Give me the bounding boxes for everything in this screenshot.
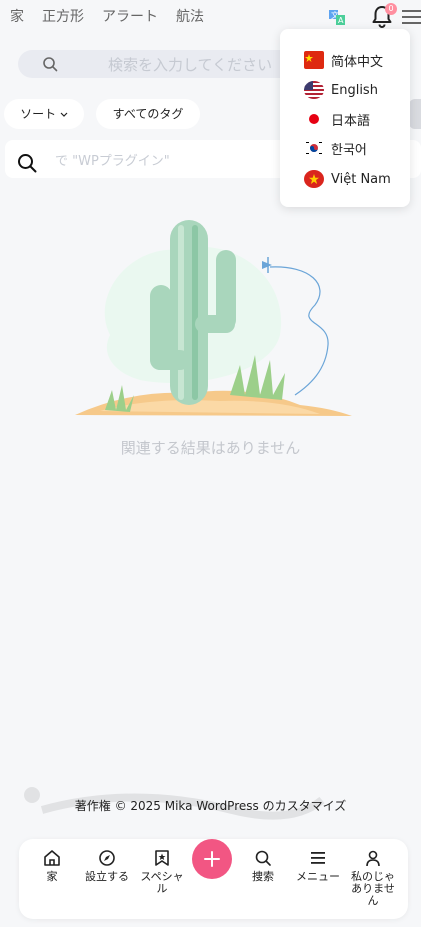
add-button[interactable] [192,839,232,879]
top-nav-alert[interactable]: アラート [102,6,158,26]
nav-menu-label: メニュー [296,870,340,883]
menu-icon [311,852,325,864]
nav-search-label: 捜索 [252,870,274,883]
language-label: Việt Nam [331,171,391,187]
language-option-en[interactable]: English [304,79,378,101]
us-flag-icon [304,81,324,99]
notification-badge: 0 [385,3,397,15]
search-icon [255,850,271,866]
nav-search[interactable]: 捜索 [238,849,288,883]
plugin-search-input[interactable]: で "WPプラグイン" [55,150,170,169]
language-option-vi[interactable]: Việt Nam [304,168,391,190]
search-icon [18,154,37,173]
user-icon [366,850,380,867]
nav-special[interactable]: スペシャル [137,849,187,895]
empty-state-message: 関連する結果はありません [120,439,301,457]
side-scroll-hint [409,99,421,129]
jp-flag-icon [304,110,324,128]
bookmark-star-icon [155,850,169,866]
cn-flag-icon [304,51,324,69]
top-nav-home[interactable]: 家 [10,6,24,26]
notification-button[interactable]: 0 [370,3,397,30]
compass-icon [99,850,115,866]
search-input[interactable]: 検索を入力してください [108,54,308,75]
search-icon [43,57,58,72]
nav-profile[interactable]: 私のじゃありません [348,849,398,907]
copyright-text: 著作権 © 2025 Mika WordPress のカスタマイズ [74,799,347,813]
hamburger-menu-icon[interactable] [402,9,421,25]
translate-icon[interactable]: 文 A [326,6,348,28]
language-option-ja[interactable]: 日本語 [304,108,370,130]
nav-profile-label: 私のじゃありません [351,870,395,907]
nav-home-label: 家 [46,870,58,883]
language-label: 简体中文 [331,54,384,70]
nav-home[interactable]: 家 [27,849,77,883]
kr-flag-icon [304,139,324,157]
svg-text:A: A [338,16,344,25]
all-tags-label: すべてのタグ [112,107,184,121]
chevron-down-icon [60,112,68,117]
all-tags-button[interactable]: すべてのタグ [96,99,200,129]
bottom-nav: 家 設立する スペシャル 捜索 メニュー 私のじゃありません [19,839,408,919]
language-dropdown: 简体中文 English 日本語 한국어 Việt Nam [280,29,410,207]
nav-menu[interactable]: メニュー [293,849,343,883]
home-icon [44,850,60,866]
top-nav-square[interactable]: 正方形 [42,6,84,26]
language-label: English [331,82,378,98]
top-nav: 家 正方形 アラート 航法 [10,6,204,26]
language-option-ko[interactable]: 한국어 [304,137,367,159]
search-bar[interactable]: 検索を入力してください [18,50,318,78]
nav-setup-label: 設立する [85,870,129,883]
nav-special-label: スペシャル [140,870,184,895]
vn-flag-icon [304,170,324,188]
language-label: 한국어 [331,142,367,158]
language-label: 日本語 [331,113,371,129]
empty-state-cactus-illustration [75,220,352,416]
nav-setup[interactable]: 設立する [82,849,132,883]
sort-dropdown[interactable]: ソート [4,99,84,129]
top-nav-navigation[interactable]: 航法 [176,6,204,26]
sort-label: ソート [20,107,57,121]
language-option-zh[interactable]: 简体中文 [304,49,383,71]
